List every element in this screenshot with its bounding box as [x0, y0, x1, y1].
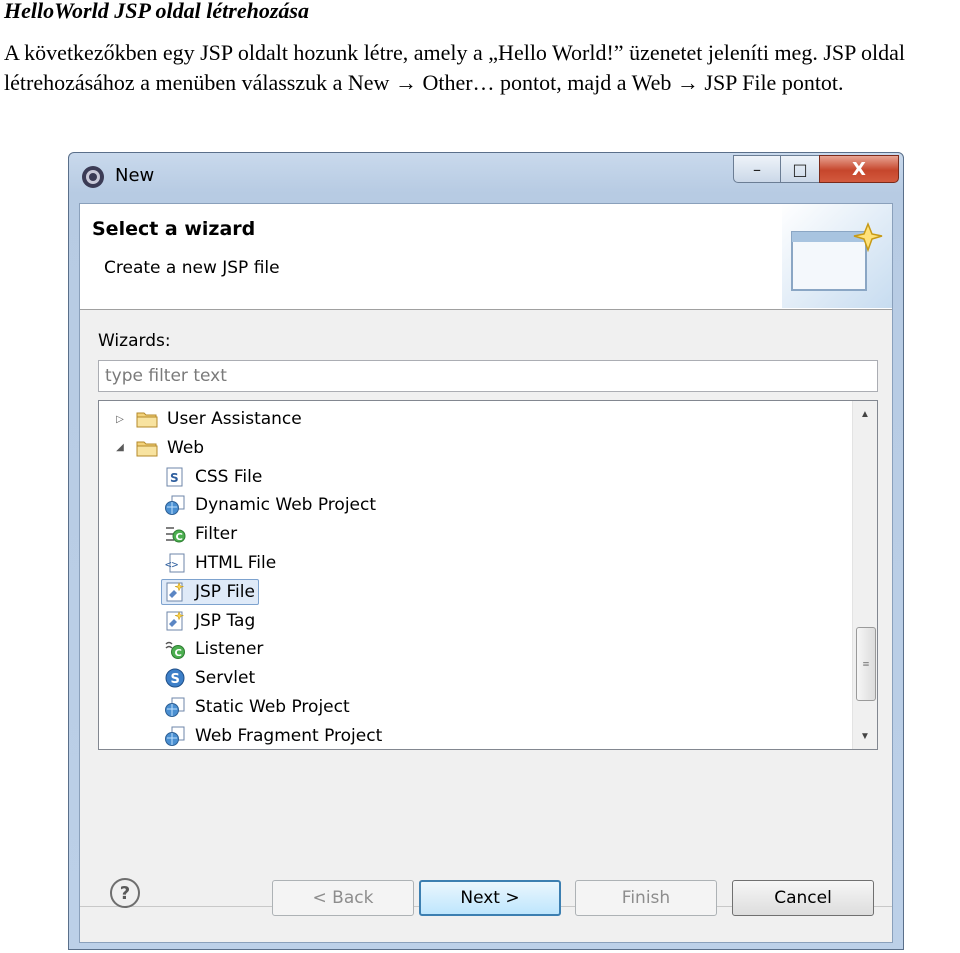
banner-title: Select a wizard [92, 218, 256, 240]
tree-item[interactable]: S CSS File [163, 463, 262, 491]
title-bar[interactable]: New – □ X [69, 153, 903, 197]
wizard-banner: Select a wizard Create a new JSP file [80, 204, 892, 310]
tree-item[interactable]: JSP Tag [163, 607, 255, 635]
dialog-title: New [115, 165, 155, 186]
css-file-icon: S [163, 465, 187, 489]
tree-item-label: Dynamic Web Project [195, 495, 377, 516]
dialog-body: Select a wizard Create a new JSP file Wi… [79, 203, 893, 943]
svg-text:<>: <> [165, 558, 179, 571]
banner-description: Create a new JSP file [104, 258, 280, 278]
tree-item-label: Web Fragment Project [195, 725, 383, 746]
tree-item-label: JSP Tag [195, 610, 256, 631]
filter-input[interactable] [98, 360, 878, 392]
tree-item[interactable]: ◢ Web [113, 434, 204, 462]
tree-item-label: Static Web Project [195, 697, 350, 717]
folder-icon [135, 407, 159, 431]
tree-item-label: Listener [195, 639, 264, 660]
tree-item[interactable]: ▷ User Assistance [113, 405, 302, 433]
tree-scrollbar[interactable]: ▲ ≡ ▼ [852, 401, 877, 749]
web-project-icon [163, 493, 187, 517]
tree-item-label: Servlet [195, 668, 256, 689]
tree-item-label: Filter [195, 524, 238, 545]
tree-item-label: Web [167, 437, 205, 458]
scroll-up-arrow-icon[interactable]: ▲ [853, 403, 877, 425]
tree-item[interactable]: Web Fragment Project [163, 722, 383, 749]
tree-item[interactable]: C Filter [163, 520, 237, 548]
document-paragraph: A következőkben egy JSP oldalt hozunk lé… [4, 40, 906, 95]
wizards-label: Wizards: [98, 331, 171, 351]
close-button[interactable]: X [819, 155, 899, 183]
finish-button[interactable]: Finish [575, 880, 717, 916]
document-title: HelloWorld JSP oldal létrehozása [4, 0, 309, 23]
web-project-icon [163, 695, 187, 719]
maximize-button[interactable]: □ [780, 155, 820, 183]
tree-item[interactable]: <> HTML File [163, 549, 276, 577]
new-wizard-dialog: New – □ X Select a wizard Create a new J… [68, 152, 904, 950]
tree-item-label: User Assistance [167, 409, 302, 429]
wizard-tree[interactable]: Web Fragment Project Static Web Project S S… [98, 400, 878, 750]
html-file-icon: <> [163, 551, 187, 575]
tree-item[interactable]: JSP File [161, 578, 259, 606]
expand-arrow-icon[interactable]: ▷ [113, 414, 127, 425]
wizard-banner-icon [782, 204, 892, 308]
eclipse-app-icon [82, 166, 104, 188]
minimize-button[interactable]: – [733, 155, 781, 183]
back-button[interactable]: < Back [272, 880, 414, 916]
tree-item-label: HTML File [195, 553, 277, 573]
jsp-file-icon [163, 580, 187, 604]
filter-icon: C [163, 522, 187, 546]
svg-text:S: S [171, 672, 180, 687]
next-button[interactable]: Next > [419, 880, 561, 916]
tree-item-label: JSP File [195, 581, 255, 602]
servlet-icon: S [163, 666, 187, 690]
tree-item-label: CSS File [195, 466, 263, 487]
selected-tree-item[interactable]: JSP File [161, 578, 259, 605]
tree-item[interactable]: Dynamic Web Project [163, 491, 376, 519]
scroll-thumb[interactable]: ≡ [856, 627, 876, 701]
help-icon[interactable]: ? [110, 878, 140, 908]
cancel-button[interactable]: Cancel [732, 880, 874, 916]
svg-text:C: C [175, 648, 182, 659]
listener-icon: C [163, 637, 187, 661]
svg-text:S: S [170, 471, 179, 485]
tree-item[interactable]: C Listener [163, 635, 263, 663]
web-project-icon [163, 724, 187, 748]
svg-text:C: C [176, 532, 183, 543]
scroll-down-arrow-icon[interactable]: ▼ [853, 725, 877, 747]
tree-item[interactable]: S Servlet [163, 664, 255, 692]
folder-icon [135, 436, 159, 460]
collapse-arrow-icon[interactable]: ◢ [113, 442, 127, 453]
tree-item[interactable]: Static Web Project [163, 693, 350, 721]
jsp-tag-icon [163, 609, 187, 633]
